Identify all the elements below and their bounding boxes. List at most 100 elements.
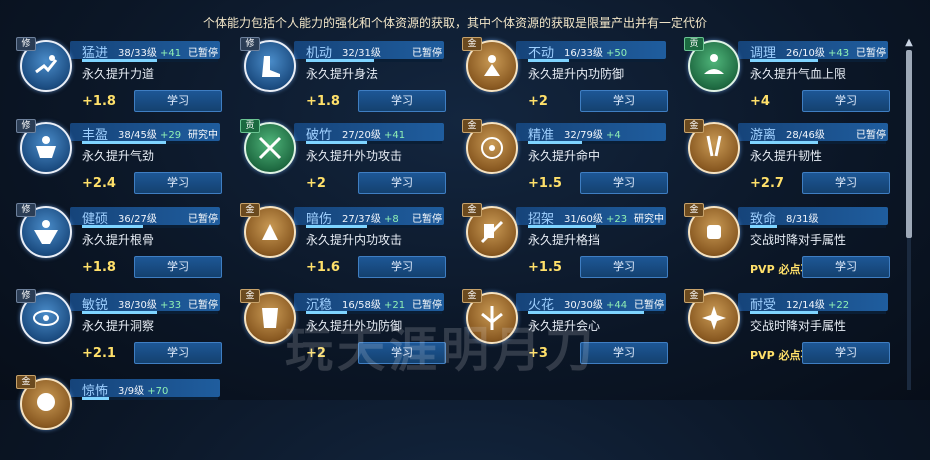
level-bonus: +29 [160, 130, 182, 141]
level-value: 26/10级 [786, 48, 825, 59]
ability-card[interactable]: 修敏锐 38/30级 +33 已暂停 永久提升洞察 +2.1 学习 [0, 289, 222, 374]
level-value: 38/30级 [118, 300, 157, 311]
ability-card[interactable]: 修猛进 38/33级 +41 已暂停 永久提升力道 +1.8 学习 [0, 37, 222, 122]
ability-level: 12/14级 +22 [786, 296, 849, 311]
level-bonus: +44 [606, 300, 628, 311]
daggers-icon [706, 135, 722, 157]
level-value: 36/27级 [118, 214, 157, 225]
progress-bar [82, 141, 218, 144]
learn-button[interactable]: 学习 [134, 256, 222, 278]
ability-card[interactable]: 金耐受12/14级 +22交战时降对手属性PVP 必点不增加功力学习 [668, 289, 890, 374]
progress-bar [528, 59, 664, 62]
ability-card[interactable]: 金游离 28/46级 已暂停 永久提升韧性 +2.7 学习 [668, 119, 890, 204]
tier-badge: 贡 [240, 119, 260, 133]
learn-button[interactable]: 学习 [802, 172, 890, 194]
level-bonus: +41 [160, 48, 182, 59]
learn-button[interactable]: 学习 [134, 172, 222, 194]
level-value: 3/9级 [118, 386, 145, 397]
ability-description: 交战时降对手属性 [750, 233, 847, 247]
ability-level: 32/31级 [342, 44, 381, 59]
progress-bar [750, 311, 886, 314]
tier-badge: 修 [240, 37, 260, 51]
ability-card[interactable]: 金惊怖 3/9级 +70 [0, 375, 222, 460]
ability-card[interactable]: 金暗伤 27/37级 +8 已暂停 永久提升内功攻击 +1.6 学习 [224, 203, 446, 288]
gain-value: +4 [750, 94, 770, 109]
learn-button[interactable]: 学习 [358, 172, 446, 194]
tier-badge: 修 [16, 119, 36, 133]
learn-button[interactable]: 学习 [358, 90, 446, 112]
learn-button[interactable]: 学习 [580, 172, 668, 194]
tier-badge: 金 [240, 203, 260, 217]
learn-button[interactable]: 学习 [802, 256, 890, 278]
level-bonus: +22 [828, 300, 850, 311]
level-value: 27/37级 [342, 214, 381, 225]
hand-strike-icon [262, 224, 278, 240]
learn-button[interactable]: 学习 [802, 90, 890, 112]
status-badge: 已暂停 [188, 214, 218, 225]
level-bonus: +41 [384, 130, 406, 141]
progress-bar [750, 225, 886, 228]
ability-card[interactable]: 修机动 32/31级 已暂停 永久提升身法 +1.8 学习 [224, 37, 446, 122]
status-badge: 已暂停 [188, 48, 218, 59]
gain-value: +2.1 [82, 346, 116, 361]
gain-value: +2.7 [750, 176, 784, 191]
gain-value: +1.8 [82, 260, 116, 275]
ability-description: 永久提升内功防御 [528, 67, 625, 81]
ability-level: 36/27级 [118, 210, 157, 225]
level-value: 32/79级 [564, 130, 603, 141]
ability-card[interactable]: 金不动 16/33级 +50 永久提升内功防御 +2 学习 [446, 37, 668, 122]
target-icon [481, 137, 503, 159]
ability-level: 26/10级 +43 [786, 44, 849, 59]
ability-description: 永久提升外功攻击 [306, 149, 403, 163]
level-bonus: +33 [160, 300, 182, 311]
ability-card[interactable]: 金致命8/31级 交战时降对手属性PVP 必点不增加功力学习 [668, 203, 890, 288]
progress-bar [306, 59, 442, 62]
scrollbar[interactable]: ▲ [904, 38, 914, 400]
level-value: 8/31级 [786, 214, 819, 225]
scroll-thumb[interactable] [906, 50, 912, 238]
tier-badge: 金 [462, 289, 482, 303]
progress-bar [306, 141, 442, 144]
ability-level: 8/31级 [786, 210, 818, 225]
fist-icon [707, 225, 721, 239]
learn-button[interactable]: 学习 [134, 90, 222, 112]
learn-button[interactable]: 学习 [802, 342, 890, 364]
level-value: 31/60级 [564, 214, 603, 225]
level-bonus: +23 [606, 214, 628, 225]
ability-level: 16/58级 +21 [342, 296, 405, 311]
progress-bar [750, 141, 886, 144]
ability-card[interactable]: 修丰盈 38/45级 +29 研究中 永久提升气劲 +2.4 学习 [0, 119, 222, 204]
scroll-up-arrow-icon[interactable]: ▲ [904, 38, 914, 48]
learn-button[interactable]: 学习 [580, 256, 668, 278]
level-bonus: +70 [147, 386, 169, 397]
tier-badge: 金 [462, 203, 482, 217]
progress-bar [306, 225, 442, 228]
ability-card[interactable]: 金精准 32/79级 +4 永久提升命中 +1.5 学习 [446, 119, 668, 204]
ability-card[interactable]: 修健硕 36/27级 已暂停 永久提升根骨 +1.8 学习 [0, 203, 222, 288]
status-badge: 已暂停 [412, 214, 442, 225]
ability-description: 永久提升命中 [528, 149, 601, 163]
level-value: 16/33级 [564, 48, 603, 59]
status-badge: 已暂停 [412, 300, 442, 311]
ability-card[interactable]: 贡破竹 27/20级 +41 永久提升外功攻击 +2 学习 [224, 119, 446, 204]
ability-level: 27/37级 +8 [342, 210, 399, 225]
ability-card[interactable]: 金招架 31/60级 +23 研究中 永久提升格挡 +1.5 学习 [446, 203, 668, 288]
ability-description: 永久提升根骨 [82, 233, 155, 247]
ability-description: 永久提升格挡 [528, 233, 601, 247]
eye-icon [33, 310, 59, 326]
status-badge: 研究中 [188, 130, 218, 141]
ability-card[interactable]: 贡调理 26/10级 +43 已暂停 永久提升气血上限 +4 学习 [668, 37, 890, 122]
level-value: 28/46级 [786, 130, 825, 141]
gain-value: +2 [528, 94, 548, 109]
ability-level: 16/33级 +50 [564, 44, 627, 59]
learn-button[interactable]: 学习 [134, 342, 222, 364]
level-bonus: +50 [606, 48, 628, 59]
gain-value: +2 [306, 176, 326, 191]
learn-button[interactable]: 学习 [580, 90, 668, 112]
watermark: 玩天涯明月刀 [285, 322, 598, 378]
learn-button[interactable]: 学习 [358, 256, 446, 278]
ability-description: 交战时降对手属性 [750, 319, 847, 333]
tier-badge: 金 [240, 289, 260, 303]
ability-level: 38/33级 +41 [118, 44, 181, 59]
gain-value: +2.4 [82, 176, 116, 191]
